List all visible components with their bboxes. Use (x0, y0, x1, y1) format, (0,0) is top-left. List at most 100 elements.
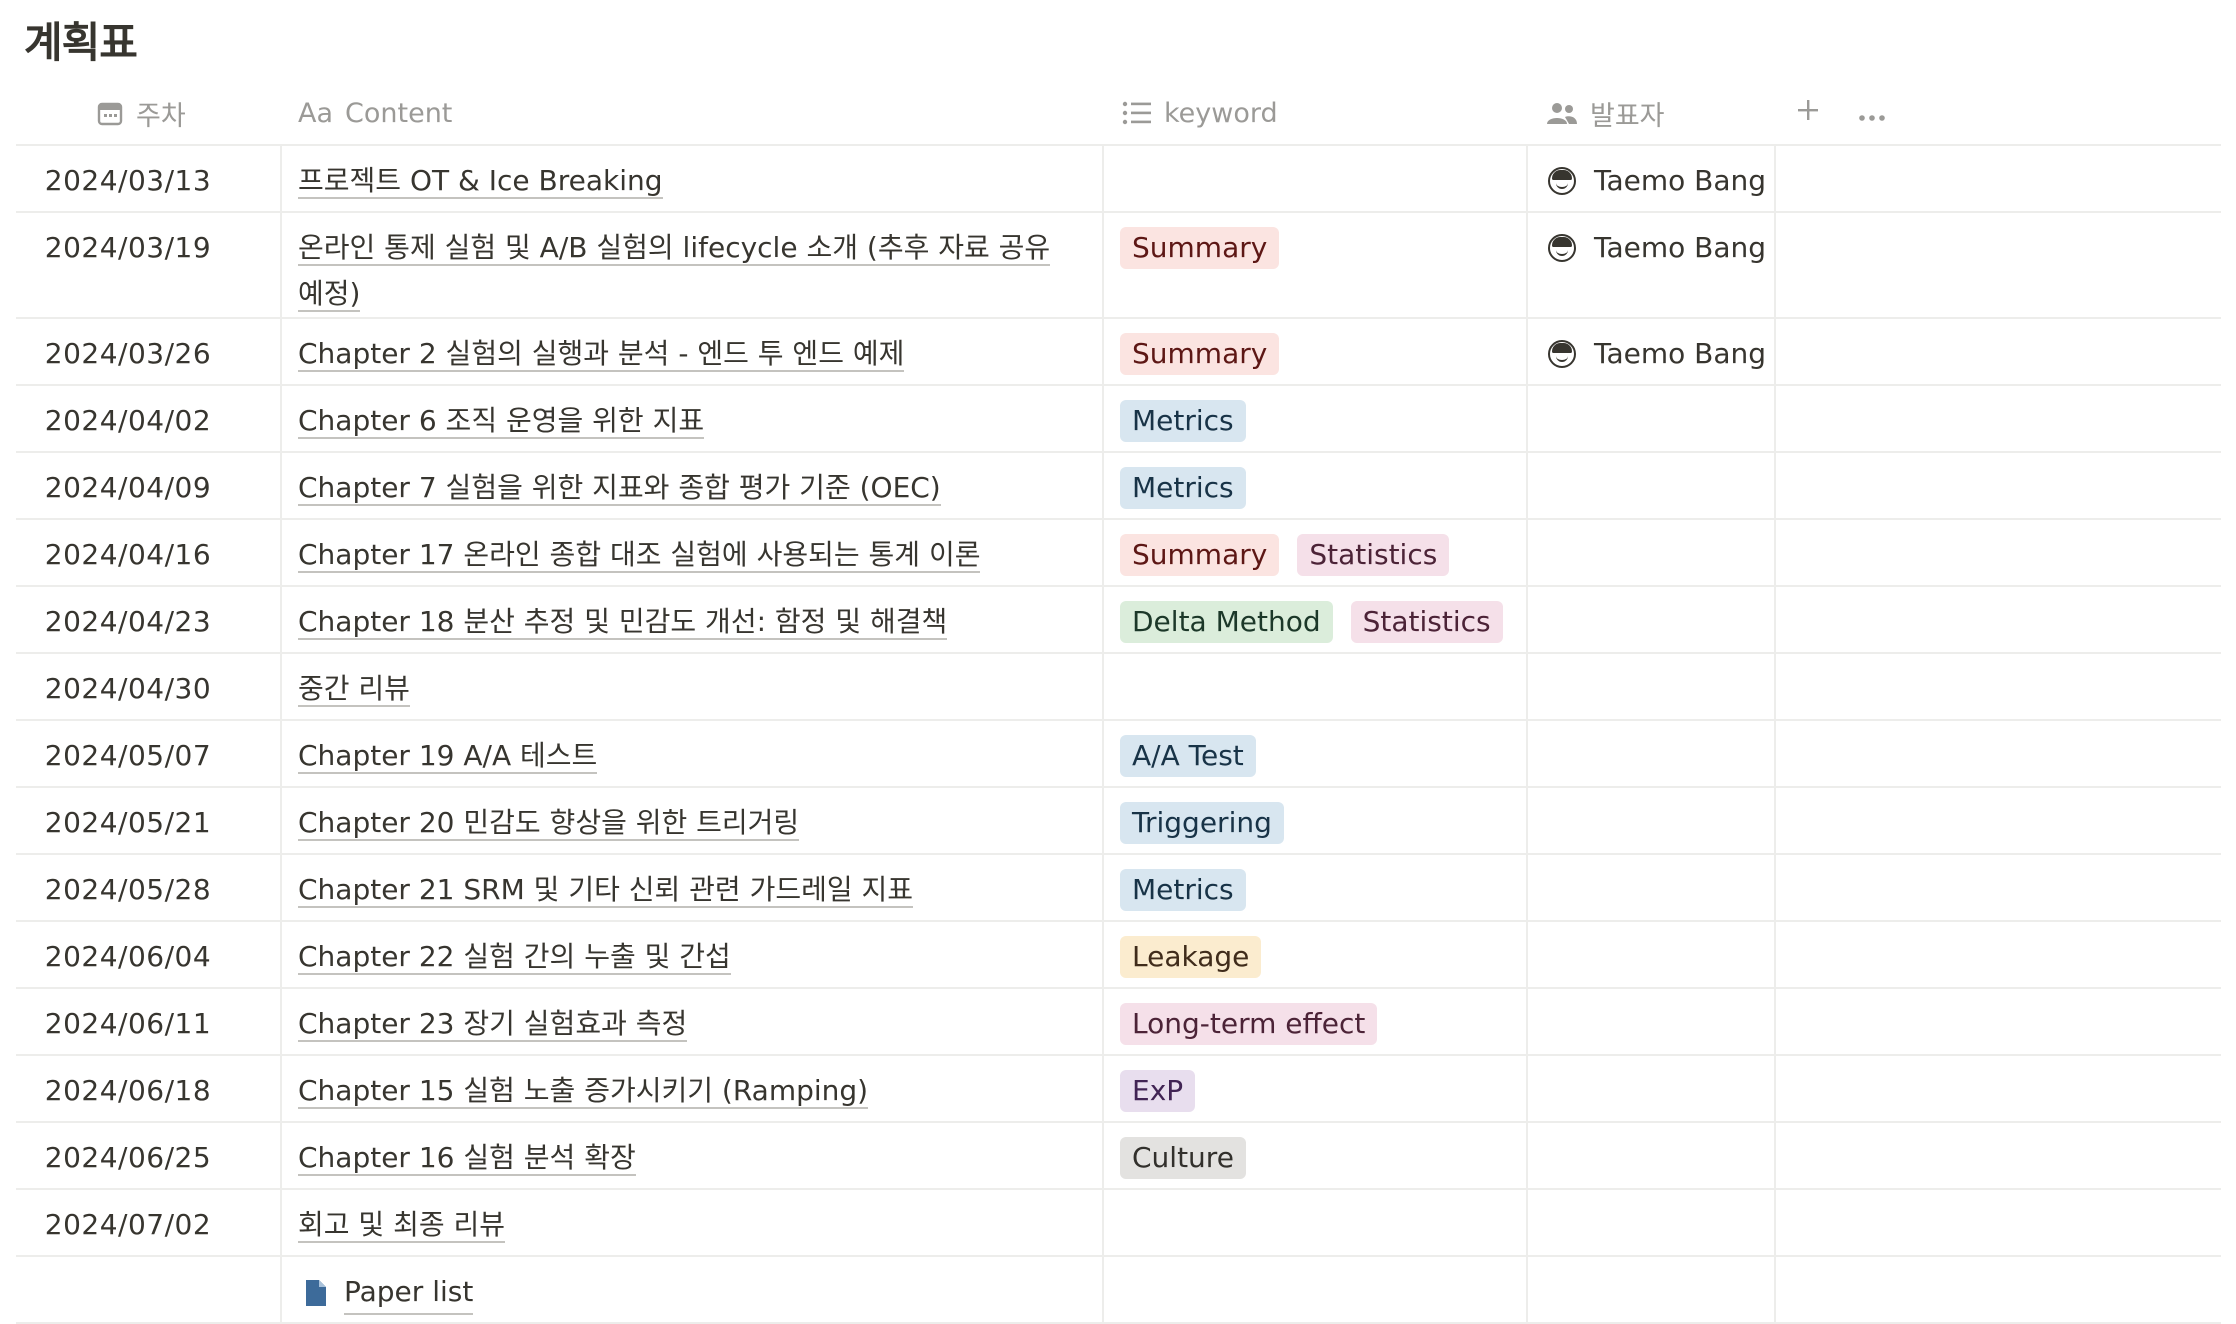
keyword-cell[interactable]: Long-term effect (1104, 989, 1528, 1054)
row-title-link[interactable]: Chapter 19 A/A 테스트 (298, 739, 598, 774)
row-title-link[interactable]: 중간 리뷰 (298, 672, 410, 707)
date-cell[interactable]: 2024/06/18 (16, 1056, 282, 1121)
empty-cell (1776, 386, 2221, 451)
row-title-link[interactable]: Chapter 17 온라인 종합 대조 실험에 사용되는 통계 이론 (298, 538, 981, 573)
keyword-cell[interactable] (1104, 146, 1528, 211)
table-header: 주차 Aa Content keyword 발표자 (16, 82, 2221, 146)
row-title-link[interactable]: 회고 및 최종 리뷰 (298, 1208, 506, 1243)
presenter-cell[interactable]: Taemo Bang (1528, 213, 1776, 317)
presenter-cell[interactable] (1528, 1190, 1776, 1255)
table-row[interactable]: 2024/06/18 Chapter 15 실험 노출 증가시키기 (Rampin… (16, 1056, 2221, 1123)
date-cell[interactable]: 2024/06/04 (16, 922, 282, 987)
row-title-link[interactable]: Chapter 23 장기 실험효과 측정 (298, 1007, 688, 1042)
table-row[interactable]: Paper list (16, 1257, 2221, 1324)
presenter-cell[interactable] (1528, 922, 1776, 987)
row-title-link[interactable]: Chapter 22 실험 간의 누출 및 간섭 (298, 940, 731, 975)
presenter-cell[interactable]: Taemo Bang (1528, 319, 1776, 384)
row-title-link[interactable]: Chapter 20 민감도 향상을 위한 트리거링 (298, 806, 800, 841)
date-cell[interactable]: 2024/06/11 (16, 989, 282, 1054)
column-header-content[interactable]: Aa Content (298, 82, 452, 144)
presenter-cell[interactable]: Taemo Bang (1528, 146, 1776, 211)
row-title-link[interactable]: 온라인 통제 실험 및 A/B 실험의 lifecycle 소개 (추후 자료 … (298, 231, 1051, 312)
row-title-link[interactable]: Chapter 15 실험 노출 증가시키기 (Ramping) (298, 1074, 869, 1109)
table-row[interactable]: 2024/06/11 Chapter 23 장기 실험효과 측정 Long-term… (16, 989, 2221, 1056)
column-header-presenter[interactable]: 발표자 (1546, 82, 1665, 144)
date-cell[interactable]: 2024/04/16 (16, 520, 282, 585)
row-title-link[interactable]: Chapter 21 SRM 및 기타 신뢰 관련 가드레일 지표 (298, 873, 914, 908)
date-cell[interactable]: 2024/04/30 (16, 654, 282, 719)
table-row[interactable]: 2024/05/21 Chapter 20 민감도 향상을 위한 트리거링 Trig… (16, 788, 2221, 855)
date-cell[interactable] (16, 1257, 282, 1322)
table-row[interactable]: 2024/05/28 Chapter 21 SRM 및 기타 신뢰 관련 가드레일… (16, 855, 2221, 922)
page-title-link[interactable]: Paper list (344, 1271, 474, 1315)
table-row[interactable]: 2024/04/30 중간 리뷰 (16, 654, 2221, 721)
column-header-keyword[interactable]: keyword (1122, 82, 1278, 144)
keyword-cell[interactable]: Leakage (1104, 922, 1528, 987)
table-row[interactable]: 2024/05/07 Chapter 19 A/A 테스트 A/A Test (16, 721, 2221, 788)
table-row[interactable]: 2024/04/23 Chapter 18 분산 추정 및 민감도 개선: 함정 … (16, 587, 2221, 654)
table-row[interactable]: 2024/06/04 Chapter 22 실험 간의 누출 및 간섭 Leakag… (16, 922, 2221, 989)
keyword-cell[interactable]: Culture (1104, 1123, 1528, 1188)
keyword-cell[interactable]: Metrics (1104, 386, 1528, 451)
presenter-cell[interactable] (1528, 1056, 1776, 1121)
presenter-cell[interactable] (1528, 855, 1776, 920)
paper-list-link[interactable]: Paper list (298, 1271, 1062, 1315)
keyword-cell[interactable]: A/A Test (1104, 721, 1528, 786)
presenter-cell[interactable] (1528, 989, 1776, 1054)
date-cell[interactable]: 2024/05/21 (16, 788, 282, 853)
presenter-cell[interactable] (1528, 1123, 1776, 1188)
table-row[interactable]: 2024/03/13 프로젝트 OT & Ice Breaking Taemo Ba… (16, 146, 2221, 213)
row-title-link[interactable]: Chapter 6 조직 운영을 위한 지표 (298, 404, 705, 439)
keyword-tag: Culture (1120, 1137, 1246, 1179)
keyword-cell[interactable]: Summary (1104, 319, 1528, 384)
presenter-cell[interactable] (1528, 788, 1776, 853)
person-chip[interactable]: Taemo Bang (1544, 160, 1774, 202)
table-row[interactable]: 2024/06/25 Chapter 16 실험 분석 확장 Culture (16, 1123, 2221, 1190)
date-cell[interactable]: 2024/04/02 (16, 386, 282, 451)
date-cell[interactable]: 2024/03/13 (16, 146, 282, 211)
keyword-tag: Summary (1120, 333, 1280, 375)
date-cell[interactable]: 2024/04/09 (16, 453, 282, 518)
more-options-button[interactable] (1852, 82, 1892, 144)
empty-cell (1776, 520, 2221, 585)
add-column-button[interactable] (1788, 82, 1828, 144)
presenter-cell[interactable] (1528, 721, 1776, 786)
person-chip[interactable]: Taemo Bang (1544, 333, 1774, 375)
keyword-cell[interactable]: Summary (1104, 213, 1528, 317)
date-cell[interactable]: 2024/03/19 (16, 213, 282, 317)
date-cell[interactable]: 2024/06/25 (16, 1123, 282, 1188)
presenter-cell[interactable] (1528, 587, 1776, 652)
keyword-cell[interactable]: Delta Method Statistics (1104, 587, 1528, 652)
keyword-cell[interactable]: Metrics (1104, 855, 1528, 920)
person-chip[interactable]: Taemo Bang (1544, 227, 1774, 269)
keyword-cell[interactable]: Metrics (1104, 453, 1528, 518)
date-cell[interactable]: 2024/05/07 (16, 721, 282, 786)
keyword-cell[interactable] (1104, 1190, 1528, 1255)
row-title-link[interactable]: Chapter 18 분산 추정 및 민감도 개선: 함정 및 해결책 (298, 605, 948, 640)
presenter-cell[interactable] (1528, 654, 1776, 719)
table-row[interactable]: 2024/04/16 Chapter 17 온라인 종합 대조 실험에 사용되는 … (16, 520, 2221, 587)
table-row[interactable]: 2024/04/09 Chapter 7 실험을 위한 지표와 종합 평가 기준 … (16, 453, 2221, 520)
keyword-cell[interactable]: Triggering (1104, 788, 1528, 853)
keyword-cell[interactable]: ExP (1104, 1056, 1528, 1121)
date-cell[interactable]: 2024/07/02 (16, 1190, 282, 1255)
table-row[interactable]: 2024/04/02 Chapter 6 조직 운영을 위한 지표 Metrics (16, 386, 2221, 453)
date-cell[interactable]: 2024/04/23 (16, 587, 282, 652)
presenter-cell[interactable] (1528, 386, 1776, 451)
keyword-cell[interactable]: Summary Statistics (1104, 520, 1528, 585)
row-title-link[interactable]: Chapter 2 실험의 실행과 분석 - 엔드 투 엔드 예제 (298, 337, 905, 372)
presenter-cell[interactable] (1528, 453, 1776, 518)
keyword-cell[interactable] (1104, 654, 1528, 719)
table-row[interactable]: 2024/03/19 온라인 통제 실험 및 A/B 실험의 lifecycle … (16, 213, 2221, 319)
table-row[interactable]: 2024/03/26 Chapter 2 실험의 실행과 분석 - 엔드 투 엔드… (16, 319, 2221, 386)
date-cell[interactable]: 2024/05/28 (16, 855, 282, 920)
table-row[interactable]: 2024/07/02 회고 및 최종 리뷰 (16, 1190, 2221, 1257)
row-title-link[interactable]: 프로젝트 OT & Ice Breaking (298, 164, 663, 199)
presenter-cell[interactable] (1528, 1257, 1776, 1322)
presenter-cell[interactable] (1528, 520, 1776, 585)
row-title-link[interactable]: Chapter 16 실험 분석 확장 (298, 1141, 636, 1176)
row-title-link[interactable]: Chapter 7 실험을 위한 지표와 종합 평가 기준 (OEC) (298, 471, 941, 506)
keyword-cell[interactable] (1104, 1257, 1528, 1322)
column-header-date[interactable]: 주차 (96, 82, 186, 144)
date-cell[interactable]: 2024/03/26 (16, 319, 282, 384)
